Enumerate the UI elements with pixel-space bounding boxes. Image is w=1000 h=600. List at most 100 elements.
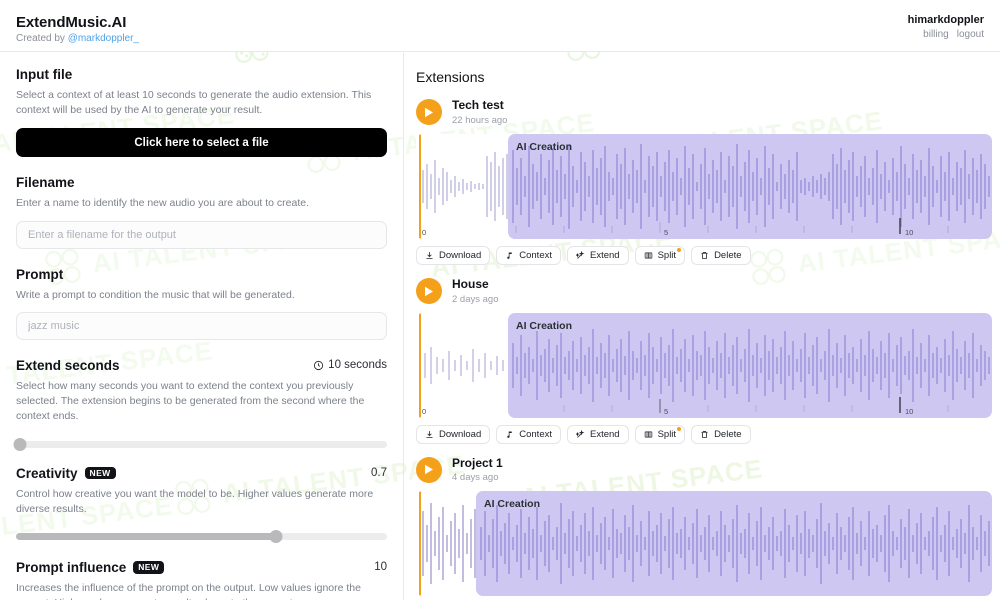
extension-name: Tech test: [452, 98, 504, 112]
context-label: Context: [519, 428, 552, 440]
split-label: Split: [657, 249, 677, 261]
download-button[interactable]: Download: [416, 245, 491, 265]
column-divider: [403, 53, 404, 600]
filename-section-header: Filename: [16, 175, 387, 190]
creativity-description: Control how creative you want the model …: [16, 487, 374, 515]
slider-knob[interactable]: [13, 437, 27, 451]
extension-actions: Download Context Extend Split Delete: [416, 424, 988, 444]
extend-label: Extend: [590, 428, 620, 440]
extend-seconds-description: Select how many seconds you want to exte…: [16, 379, 365, 423]
delete-button[interactable]: Delete: [691, 424, 751, 444]
magic-wand-icon: [576, 250, 585, 259]
tick-label-10: 10: [905, 227, 914, 237]
extension-actions: Download Context Extend Split Delete: [416, 245, 988, 265]
extend-button[interactable]: Extend: [567, 245, 629, 265]
extend-button[interactable]: Extend: [567, 424, 629, 444]
extension-header: House 2 days ago: [416, 277, 988, 305]
delete-label: Delete: [714, 249, 742, 261]
context-button[interactable]: Context: [496, 424, 561, 444]
extend-seconds-value-text: 10 seconds: [328, 359, 387, 372]
created-by-prefix: Created by: [16, 33, 68, 44]
ai-creation-label: AI Creation: [484, 498, 541, 511]
app-root: AI TALENT SPACE AI TALENT SPACE AI TALEN…: [0, 0, 1000, 600]
extension-timestamp: 4 days ago: [452, 472, 499, 484]
play-icon[interactable]: [416, 99, 442, 126]
playhead-cursor[interactable]: [419, 312, 421, 418]
input-file-description: Select a context of at least 10 seconds …: [16, 89, 372, 117]
creativity-slider[interactable]: [16, 529, 387, 543]
delete-button[interactable]: Delete: [691, 245, 751, 265]
extension-item: Tech test 22 hours ago AI Creation 0 5 1…: [416, 98, 992, 265]
prompt-description: Write a prompt to condition the music th…: [16, 288, 295, 301]
prompt-influence-value: 10: [374, 561, 387, 574]
prompt-input[interactable]: [16, 311, 387, 340]
creativity-title: Creativity NEW: [16, 466, 116, 481]
prompt-title: Prompt: [16, 266, 64, 282]
play-icon[interactable]: [416, 456, 442, 483]
extend-seconds-slider[interactable]: [13, 437, 387, 451]
play-icon[interactable]: [416, 278, 442, 305]
slider-knob[interactable]: [269, 529, 283, 543]
extend-seconds-value: 10 seconds: [313, 359, 387, 371]
trash-icon: [701, 430, 708, 438]
input-file-section-header: Input file: [16, 67, 387, 82]
waveform-graph: [424, 328, 990, 413]
ai-creation-label: AI Creation: [516, 319, 573, 332]
download-label: Download: [439, 249, 482, 261]
trash-icon: [701, 251, 708, 259]
app-header: ExtendMusic.AI Created by @markdoppler_ …: [0, 0, 1000, 52]
waveform[interactable]: AI Creation 0 5 10: [416, 312, 992, 418]
input-file-title: Input file: [16, 67, 73, 82]
tick-label-5: 5: [664, 406, 669, 416]
magic-wand-icon: [576, 429, 585, 438]
waveform[interactable]: AI Creation 0 5 10: [416, 133, 992, 239]
extension-timestamp: 2 days ago: [452, 293, 499, 305]
extension-meta: Project 1 4 days ago: [452, 456, 503, 484]
tick-label-5: 5: [664, 227, 669, 237]
tick-label-0: 0: [422, 406, 427, 416]
delete-label: Delete: [714, 428, 742, 440]
slider-fill: [16, 532, 276, 540]
context-button[interactable]: Context: [496, 245, 561, 265]
account-links: billing logout: [908, 29, 984, 40]
download-icon: [426, 430, 433, 438]
filename-description: Enter a name to identify the new audio y…: [16, 197, 310, 210]
billing-link[interactable]: billing: [923, 29, 949, 40]
extend-seconds-title: Extend seconds: [16, 357, 120, 373]
extensions-title: Extensions: [416, 69, 485, 85]
author-handle-link[interactable]: @markdoppler_: [68, 33, 139, 44]
split-label: Split: [657, 428, 677, 440]
prompt-influence-new-badge: NEW: [133, 561, 165, 574]
playhead-cursor[interactable]: [419, 491, 421, 597]
creativity-title-text: Creativity: [16, 465, 78, 481]
tick-label-10: 10: [905, 406, 914, 416]
extension-header: Project 1 4 days ago: [416, 456, 988, 484]
extensions-panel: Extensions Tech test 22 hours ago AI Cre…: [404, 53, 1000, 600]
logout-link[interactable]: logout: [957, 29, 984, 40]
split-button[interactable]: Split: [634, 424, 686, 444]
extend-label: Extend: [590, 249, 620, 261]
tick-label-0: 0: [422, 227, 427, 237]
download-icon: [426, 251, 433, 259]
split-icon: [644, 252, 652, 259]
brand-block: ExtendMusic.AI Created by @markdoppler_: [16, 14, 139, 44]
prompt-influence-description: Increases the influence of the prompt on…: [16, 581, 361, 600]
waveform[interactable]: AI Creation: [416, 491, 992, 597]
filename-title: Filename: [16, 175, 75, 191]
slider-track: [16, 440, 387, 448]
waveform-graph: [422, 143, 990, 234]
download-label: Download: [439, 428, 482, 440]
filename-input[interactable]: [16, 220, 387, 249]
select-file-button[interactable]: Click here to select a file: [16, 128, 387, 158]
extension-item: Project 1 4 days ago AI Creation: [416, 456, 992, 597]
extend-seconds-section-header: Extend seconds 10 seconds: [16, 358, 387, 373]
page-title: ExtendMusic.AI: [16, 14, 127, 31]
download-button[interactable]: Download: [416, 424, 491, 444]
extension-item: House 2 days ago AI Creation 0 5 10 Down…: [416, 277, 992, 444]
prompt-influence-title: Prompt influence NEW: [16, 560, 165, 575]
playhead-cursor[interactable]: [419, 133, 421, 239]
play-triangle-icon: [425, 107, 433, 118]
split-button[interactable]: Split: [634, 245, 686, 265]
music-note-icon: [507, 252, 512, 259]
extension-meta: House 2 days ago: [452, 277, 499, 305]
